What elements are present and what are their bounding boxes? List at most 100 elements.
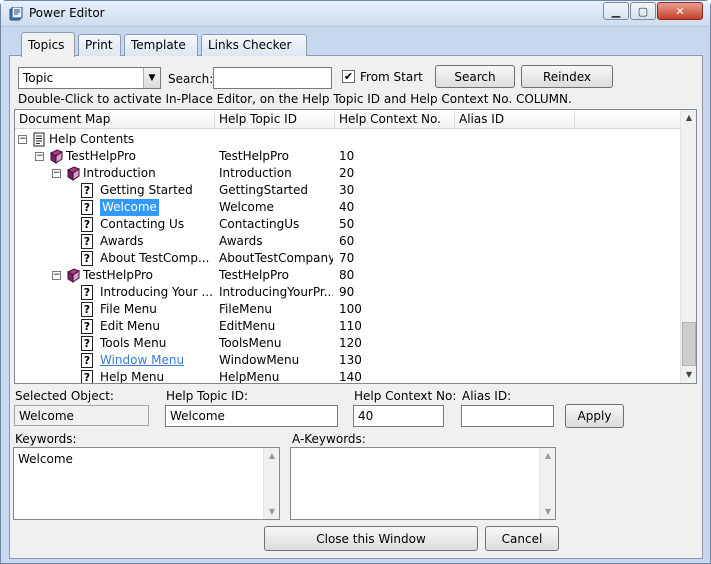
title-bar[interactable]: Power Editor ▁ ▢ ✕ [1, 1, 710, 27]
search-type-select[interactable]: Topic ▼ [18, 67, 161, 89]
help-context-no-cell[interactable]: 70 [339, 250, 449, 267]
help-topic-id-cell[interactable]: IntroducingYourPr... [219, 284, 333, 301]
help-context-no-cell[interactable]: 100 [339, 301, 449, 318]
table-row[interactable]: ? Window Menu WindowMenu 130 [15, 352, 681, 369]
tab-print[interactable]: Print [78, 34, 121, 56]
help-context-no-cell[interactable]: 90 [339, 284, 449, 301]
chevron-down-icon[interactable]: ▼ [143, 68, 160, 88]
document-map-cell[interactable]: File Menu [100, 301, 215, 318]
help-topic-id-cell[interactable]: FileMenu [219, 301, 333, 318]
close-this-window-button[interactable]: Close this Window [264, 526, 478, 551]
alias-id-cell[interactable] [459, 301, 569, 318]
alias-id-cell[interactable] [459, 250, 569, 267]
alias-id-cell[interactable] [459, 148, 569, 165]
topics-grid[interactable]: Document Map Help Topic ID Help Context … [14, 109, 697, 384]
table-row[interactable]: ? Welcome Welcome 40 [15, 199, 681, 216]
help-topic-id-cell[interactable]: AboutTestCompany [219, 250, 333, 267]
help-context-no-cell[interactable]: 50 [339, 216, 449, 233]
scroll-down-icon[interactable]: ▼ [540, 507, 556, 516]
alias-id-cell[interactable] [459, 335, 569, 352]
help-context-no-cell[interactable]: 20 [339, 165, 449, 182]
help-topic-id-cell[interactable]: TestHelpPro [219, 148, 333, 165]
table-row[interactable]: ? About TestComp... AboutTestCompany 70 [15, 250, 681, 267]
scroll-up-icon[interactable]: ▲ [540, 451, 556, 460]
table-row[interactable]: ? Introducing Your ... IntroducingYourPr..… [15, 284, 681, 301]
help-context-no-cell[interactable]: 130 [339, 352, 449, 369]
document-map-cell[interactable]: About TestComp... [100, 250, 215, 267]
grid-scrollbar[interactable]: ▲ ▼ [680, 110, 696, 383]
scroll-down-icon[interactable]: ▼ [264, 507, 280, 516]
collapse-toggle-icon[interactable]: − [52, 271, 61, 280]
col-header-alias-id[interactable]: Alias ID [455, 110, 575, 129]
collapse-toggle-icon[interactable]: − [35, 152, 44, 161]
col-header-help-context-no[interactable]: Help Context No. [335, 110, 455, 129]
search-button[interactable]: Search [435, 65, 515, 88]
help-topic-id-cell[interactable]: ToolsMenu [219, 335, 333, 352]
document-map-cell[interactable]: Welcome [100, 199, 159, 216]
table-row[interactable]: ? Contacting Us ContactingUs 50 [15, 216, 681, 233]
topic-id-field[interactable]: Welcome [165, 405, 338, 427]
table-row[interactable]: ? Help Menu HelpMenu 140 [15, 369, 681, 383]
document-map-cell[interactable]: Edit Menu [100, 318, 215, 335]
help-topic-id-cell[interactable]: WindowMenu [219, 352, 333, 369]
document-map-cell[interactable]: Introduction [83, 165, 215, 182]
alias-id-cell[interactable] [459, 216, 569, 233]
help-context-no-cell[interactable]: 80 [339, 267, 449, 284]
tab-links-checker[interactable]: Links Checker [201, 34, 307, 56]
alias-id-cell[interactable] [459, 233, 569, 250]
help-context-no-cell[interactable]: 140 [339, 369, 449, 383]
alias-id-cell[interactable] [459, 182, 569, 199]
document-map-cell[interactable]: Getting Started [100, 182, 215, 199]
collapse-toggle-icon[interactable]: − [18, 135, 27, 144]
help-context-no-cell[interactable]: 30 [339, 182, 449, 199]
help-topic-id-cell[interactable]: TestHelpPro [219, 267, 333, 284]
document-map-cell[interactable]: Awards [100, 233, 215, 250]
search-input[interactable] [213, 67, 332, 89]
alias-id-cell[interactable] [459, 199, 569, 216]
reindex-button[interactable]: Reindex [521, 65, 613, 88]
cancel-button[interactable]: Cancel [485, 526, 559, 551]
table-row[interactable]: ? Getting Started GettingStarted 30 [15, 182, 681, 199]
a-keywords-scrollbar[interactable]: ▲ ▼ [539, 448, 555, 519]
from-start-checkbox[interactable]: ✔ [342, 70, 355, 83]
maximize-button[interactable]: ▢ [630, 2, 656, 20]
collapse-toggle-icon[interactable]: − [52, 169, 61, 178]
scroll-down-icon[interactable]: ▼ [681, 367, 696, 383]
alias-id-cell[interactable] [459, 352, 569, 369]
document-map-cell[interactable]: Help Menu [100, 369, 215, 383]
scroll-up-icon[interactable]: ▲ [681, 110, 696, 126]
alias-id-cell[interactable] [459, 284, 569, 301]
keywords-scrollbar[interactable]: ▲ ▼ [263, 448, 279, 519]
help-topic-id-cell[interactable]: HelpMenu [219, 369, 333, 383]
help-context-no-cell[interactable]: 120 [339, 335, 449, 352]
table-row[interactable]: ? Edit Menu EditMenu 110 [15, 318, 681, 335]
document-map-cell[interactable]: Introducing Your ... [100, 284, 215, 301]
document-map-cell[interactable]: Window Menu [100, 352, 215, 369]
table-row[interactable]: ? Tools Menu ToolsMenu 120 [15, 335, 681, 352]
close-window-button[interactable]: ✕ [657, 2, 703, 20]
document-map-cell[interactable]: TestHelpPro [66, 148, 215, 165]
help-topic-id-cell[interactable]: Introduction [219, 165, 333, 182]
table-row[interactable]: − Help Contents [15, 131, 681, 148]
tab-topics[interactable]: Topics [21, 32, 75, 57]
help-topic-id-cell[interactable]: Welcome [219, 199, 333, 216]
col-header-document-map[interactable]: Document Map [15, 110, 215, 129]
alias-id-cell[interactable] [459, 131, 569, 148]
document-map-cell[interactable]: Tools Menu [100, 335, 215, 352]
table-row[interactable]: ? File Menu FileMenu 100 [15, 301, 681, 318]
minimize-button[interactable]: ▁ [603, 2, 629, 20]
col-header-help-topic-id[interactable]: Help Topic ID [215, 110, 335, 129]
context-no-field[interactable]: 40 [353, 405, 444, 427]
apply-button[interactable]: Apply [565, 404, 624, 428]
scroll-up-icon[interactable]: ▲ [264, 451, 280, 460]
document-map-cell[interactable]: TestHelpPro [83, 267, 215, 284]
help-context-no-cell[interactable] [339, 131, 449, 148]
alias-id-cell[interactable] [459, 318, 569, 335]
help-topic-id-cell[interactable]: GettingStarted [219, 182, 333, 199]
keywords-textarea[interactable]: Welcome ▲ ▼ [13, 447, 280, 520]
table-row[interactable]: − Introduction Introduction 20 [15, 165, 681, 182]
document-map-cell[interactable]: Contacting Us [100, 216, 215, 233]
table-row[interactable]: − TestHelpPro TestHelpPro 80 [15, 267, 681, 284]
alias-id-cell[interactable] [459, 165, 569, 182]
help-topic-id-cell[interactable]: EditMenu [219, 318, 333, 335]
